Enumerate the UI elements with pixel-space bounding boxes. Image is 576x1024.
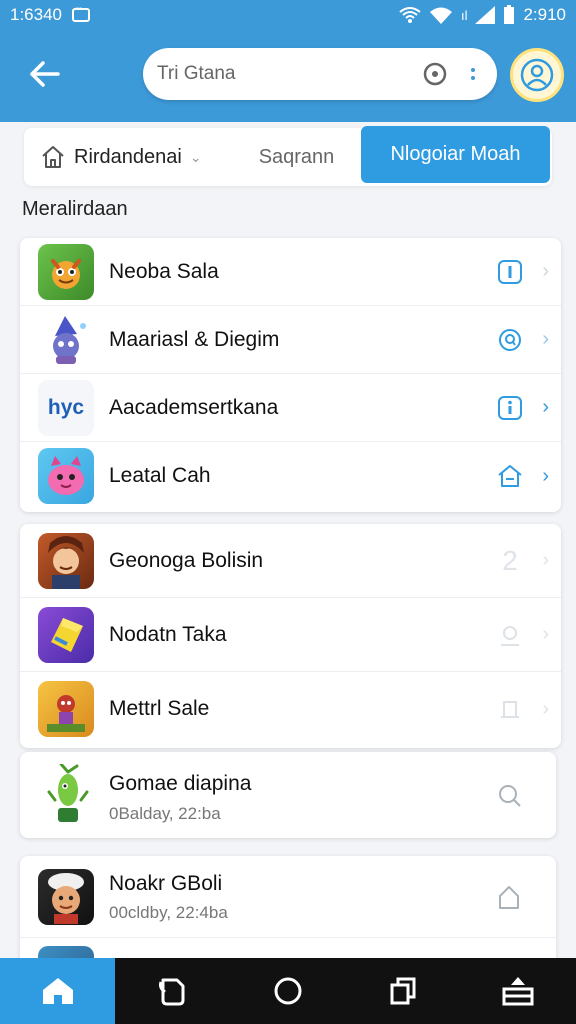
list-item-title: Noakr GBoli [109, 872, 223, 895]
more-dot-icon [471, 68, 475, 72]
app-header [0, 30, 576, 122]
share-icon[interactable] [496, 884, 522, 910]
app-icon [38, 311, 94, 368]
cards-icon [158, 978, 185, 1006]
list-card: Noakr GBoli 00cldby, 22:4ba [20, 856, 556, 966]
list-item[interactable]: Noakr GBoli 00cldby, 22:4ba [20, 856, 556, 938]
search-bar[interactable] [143, 48, 497, 100]
app-icon [38, 243, 94, 300]
info-icon[interactable] [497, 259, 523, 285]
nav-library[interactable] [115, 958, 230, 1024]
user-icon [520, 58, 554, 92]
chevron-right-icon: › [542, 464, 549, 487]
character-portrait-icon [48, 535, 84, 589]
app-icon-text: hyc [47, 395, 85, 419]
list-card: Neoba Sala › Maariasl & Diegim › hyc Aac… [20, 238, 561, 512]
bookmark-icon [497, 696, 523, 722]
chevron-right-icon: › [542, 328, 549, 350]
list-item-title: Mettrl Sale [109, 697, 210, 720]
list-item[interactable]: Gomae diapina 0Baldaу, 22:ba [20, 752, 556, 838]
search-icon[interactable] [496, 782, 522, 808]
home-icon [42, 146, 64, 168]
clear-search-button[interactable] [421, 60, 449, 88]
back-button[interactable] [22, 52, 66, 96]
adventure-game-icon [47, 695, 85, 732]
chef-character-icon [48, 872, 84, 924]
tray-icon [502, 977, 534, 1006]
app-icon [38, 868, 94, 925]
list-item-title: Maariasl & Diegim [109, 327, 280, 351]
list-item-timestamp: 0Baldaу, 22:ba [109, 804, 221, 823]
nav-center[interactable] [230, 958, 345, 1024]
list-item-title: Leatal Cah [109, 464, 211, 487]
tab-bar: Rirdandenai ⌄ Saqrann Nlogoiar Moah [24, 126, 552, 186]
home-icon[interactable] [497, 463, 523, 489]
nav-recent[interactable] [346, 958, 461, 1024]
list-item-title: Geonoga Bolisin [109, 548, 264, 572]
pink-creature-icon [48, 456, 84, 495]
status-time-left: 1:6340 [10, 5, 62, 24]
list-item[interactable]: Leatal Cah › [20, 442, 561, 510]
monster-game-icon [51, 258, 81, 289]
list-item-title: Aacademsertkana [109, 395, 279, 419]
list-item-title: Neoba Sala [109, 259, 219, 283]
list-item-timestamp: 00cldby, 22:4ba [109, 903, 228, 922]
circle-icon [274, 977, 302, 1005]
app-icon [38, 606, 94, 663]
wifi-strong-icon [429, 7, 452, 24]
list-item[interactable]: Geonoga Bolisin 2 › [20, 524, 561, 598]
list-item[interactable]: Maariasl & Diegim › [20, 306, 561, 374]
chevron-right-icon: › [542, 260, 549, 282]
clock-icon [423, 62, 447, 86]
vibrate-icon: ıl [460, 7, 468, 23]
chat-icon[interactable] [497, 327, 523, 353]
tab-home-label: Rirdandenai [74, 145, 182, 168]
chevron-right-icon: › [542, 623, 549, 645]
tab-home[interactable]: Rirdandenai ⌄ [24, 145, 234, 169]
more-dot-icon [471, 76, 475, 80]
list-item-title: Nodatn Taka [109, 622, 227, 646]
home-icon [42, 978, 73, 1004]
list-item-title: Gomae diapina [109, 772, 252, 795]
chevron-right-icon: › [542, 549, 549, 571]
status-time-right: 2:910 [523, 5, 566, 24]
tab-second[interactable]: Saqrann [234, 146, 359, 169]
app-icon [38, 448, 94, 504]
app-icon: hyc [38, 379, 94, 436]
list-item[interactable]: Neoba Sala › [20, 238, 561, 306]
nav-menu[interactable] [461, 958, 576, 1024]
puzzle-game-icon [51, 617, 83, 652]
chevron-down-icon: ⌄ [189, 148, 202, 165]
list-item[interactable]: hyc Aacademsertkana › [20, 374, 561, 442]
plant-character-icon [47, 764, 89, 822]
list-item[interactable]: Nodatn Taka › [20, 598, 561, 672]
app-icon [38, 762, 98, 828]
battery-icon [504, 5, 515, 24]
arrow-left-icon [30, 61, 60, 87]
bottom-navigation [0, 958, 576, 1024]
info-icon[interactable] [497, 395, 523, 421]
primary-action-button[interactable]: Nlogoiar Moah [361, 126, 550, 183]
count-icon: 2 [502, 544, 518, 576]
list-card: Gomae diapina 0Baldaу, 22:ba [20, 752, 556, 838]
chevron-right-icon: › [542, 396, 549, 418]
app-icon [38, 681, 94, 737]
more-options-button[interactable] [463, 60, 483, 88]
list-item[interactable]: Mettrl Sale › [20, 672, 561, 746]
nav-home[interactable] [0, 958, 116, 1024]
list-card: Geonoga Bolisin 2 › Nodatn Taka › Mettrl… [20, 524, 561, 748]
wizard-game-icon [53, 315, 86, 364]
user-outline-icon [497, 622, 523, 648]
signal-icon [475, 6, 496, 24]
copy-icon [390, 977, 416, 1005]
section-title: Meralirdaan [22, 198, 128, 220]
chevron-right-icon: › [542, 697, 549, 720]
wifi-icon [399, 7, 421, 23]
profile-avatar-button[interactable] [510, 48, 564, 102]
status-bar: 1:6340 ıl 2:910 [0, 0, 576, 30]
message-notification-icon [72, 4, 90, 22]
app-icon [38, 532, 94, 589]
search-input[interactable] [157, 63, 421, 85]
